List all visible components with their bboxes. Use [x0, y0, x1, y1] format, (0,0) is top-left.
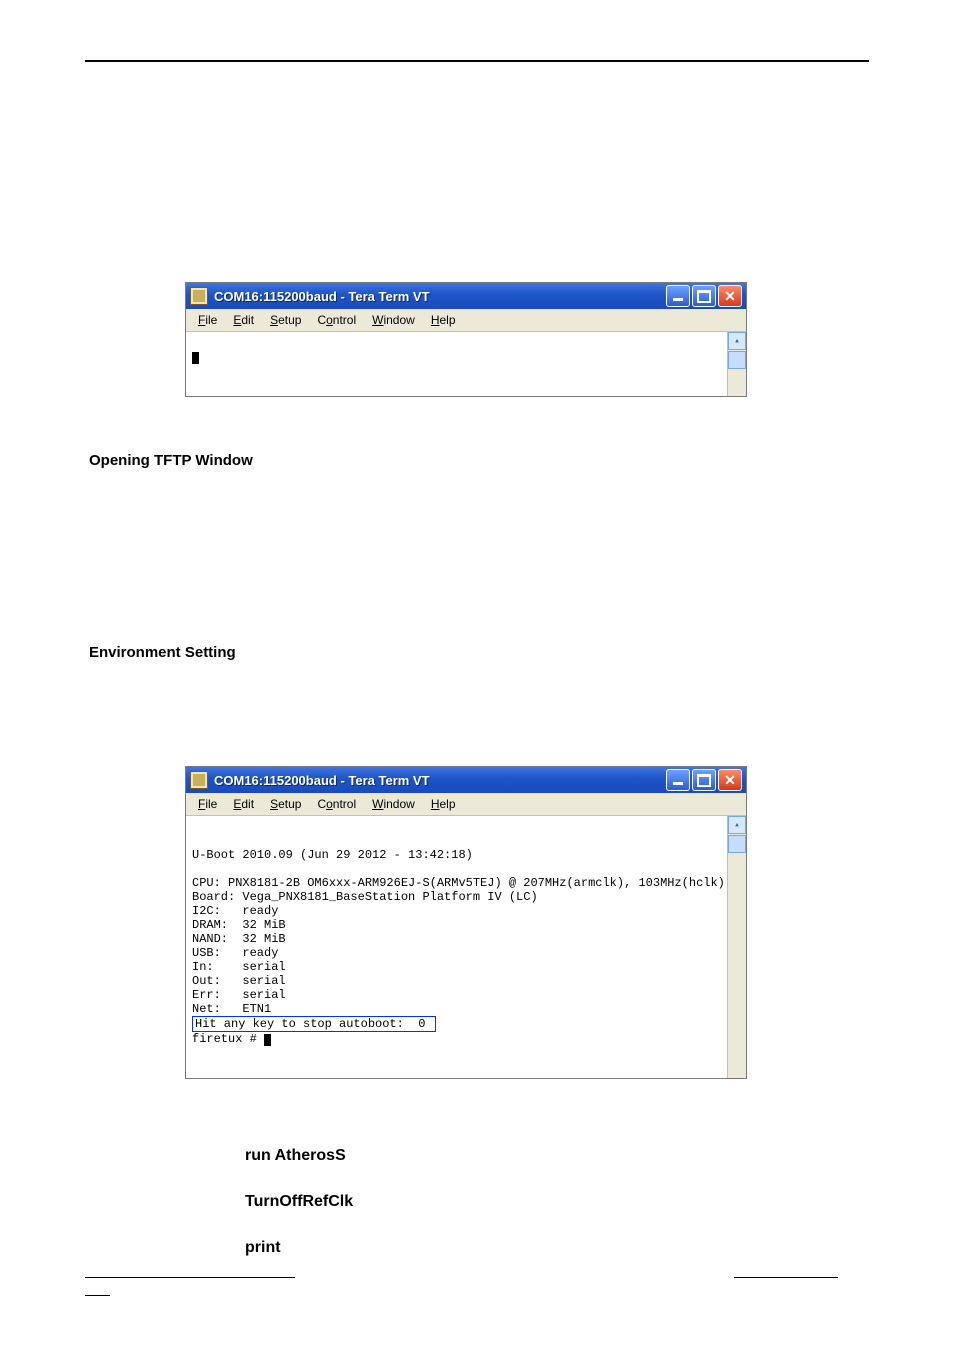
- titlebar[interactable]: COM16:115200baud - Tera Term VT ✕: [186, 767, 746, 793]
- scroll-up-button[interactable]: ▴: [728, 816, 746, 834]
- command-text: run AtherosS: [245, 1147, 869, 1165]
- term-line: NAND: 32 MiB: [192, 932, 286, 946]
- menu-window[interactable]: Window: [364, 795, 423, 813]
- term-line: USB: ready: [192, 946, 278, 960]
- menu-setup-label: etup: [278, 313, 301, 327]
- app-icon: [190, 771, 208, 789]
- term-line: Out: serial: [192, 974, 286, 988]
- window-title: COM16:115200baud - Tera Term VT: [214, 289, 666, 304]
- close-button[interactable]: ✕: [718, 285, 742, 307]
- menu-help-label: elp: [440, 797, 456, 811]
- page-bottom-rule: [85, 1277, 869, 1281]
- maximize-icon: [697, 290, 711, 303]
- menu-edit-label: dit: [241, 313, 254, 327]
- window-title: COM16:115200baud - Tera Term VT: [214, 773, 666, 788]
- term-line: CPU: PNX8181-2B OM6xxx-ARM926EJ-S(ARMv5T…: [192, 876, 725, 890]
- highlighted-line: Hit any key to stop autoboot: 0: [192, 1016, 436, 1032]
- scrollbar[interactable]: ▴: [727, 332, 746, 396]
- term-line: In: serial: [192, 960, 286, 974]
- cursor: [192, 352, 199, 364]
- app-icon: [190, 287, 208, 305]
- section-heading-env: Environment Setting: [89, 644, 869, 661]
- section-heading-tftp: Opening TFTP Window: [89, 452, 869, 469]
- terminal-body[interactable]: ▴: [186, 332, 746, 396]
- menu-bar: File Edit Setup Control Window Help: [186, 793, 746, 816]
- teraterm-window-2: COM16:115200baud - Tera Term VT ✕ File E…: [185, 766, 747, 1079]
- scrollbar[interactable]: ▴: [727, 816, 746, 1078]
- scroll-thumb[interactable]: [728, 351, 746, 369]
- minimize-icon: [673, 782, 683, 785]
- term-line: DRAM: 32 MiB: [192, 918, 286, 932]
- menu-control[interactable]: Control: [309, 311, 364, 329]
- command-text: TurnOffRefClk: [245, 1193, 869, 1211]
- menu-window-label: indow: [383, 313, 414, 327]
- close-icon: ✕: [724, 773, 736, 787]
- maximize-icon: [697, 774, 711, 787]
- command-text: print: [245, 1239, 869, 1257]
- titlebar[interactable]: COM16:115200baud - Tera Term VT ✕: [186, 283, 746, 309]
- close-icon: ✕: [724, 289, 736, 303]
- scroll-up-icon: ▴: [734, 818, 739, 832]
- close-button[interactable]: ✕: [718, 769, 742, 791]
- terminal-body[interactable]: U-Boot 2010.09 (Jun 29 2012 - 13:42:18) …: [186, 816, 746, 1078]
- menu-window[interactable]: Window: [364, 311, 423, 329]
- term-line: U-Boot 2010.09 (Jun 29 2012 - 13:42:18): [192, 848, 473, 862]
- menu-file[interactable]: File: [190, 311, 225, 329]
- menu-control[interactable]: Control: [309, 795, 364, 813]
- menu-setup-label: etup: [278, 797, 301, 811]
- menu-edit[interactable]: Edit: [225, 795, 262, 813]
- cursor: [264, 1034, 271, 1046]
- menu-help-label: elp: [440, 313, 456, 327]
- term-line: Board: Vega_PNX8181_BaseStation Platform…: [192, 890, 538, 904]
- menu-help[interactable]: Help: [423, 311, 464, 329]
- term-line: Net: ETN1: [192, 1002, 271, 1016]
- menu-setup[interactable]: Setup: [262, 311, 309, 329]
- menu-file-label: ile: [205, 797, 217, 811]
- menu-control-label: ntrol: [333, 797, 356, 811]
- menu-help[interactable]: Help: [423, 795, 464, 813]
- menu-edit-label: dit: [241, 797, 254, 811]
- term-prompt: firetux #: [192, 1032, 264, 1046]
- page-top-rule: [85, 60, 869, 62]
- scroll-up-button[interactable]: ▴: [728, 332, 746, 350]
- scroll-up-icon: ▴: [734, 334, 739, 348]
- menu-window-label: indow: [383, 797, 414, 811]
- teraterm-window-1: COM16:115200baud - Tera Term VT ✕ File E…: [185, 282, 747, 397]
- minimize-button[interactable]: [666, 285, 690, 307]
- scroll-thumb[interactable]: [728, 835, 746, 853]
- minimize-icon: [673, 298, 683, 301]
- menu-bar: File Edit Setup Control Window Help: [186, 309, 746, 332]
- menu-setup[interactable]: Setup: [262, 795, 309, 813]
- menu-file-label: ile: [205, 313, 217, 327]
- term-line: Err: serial: [192, 988, 286, 1002]
- minimize-button[interactable]: [666, 769, 690, 791]
- term-line: I2C: ready: [192, 904, 278, 918]
- maximize-button[interactable]: [692, 285, 716, 307]
- maximize-button[interactable]: [692, 769, 716, 791]
- menu-file[interactable]: File: [190, 795, 225, 813]
- menu-control-label: ntrol: [333, 313, 356, 327]
- menu-edit[interactable]: Edit: [225, 311, 262, 329]
